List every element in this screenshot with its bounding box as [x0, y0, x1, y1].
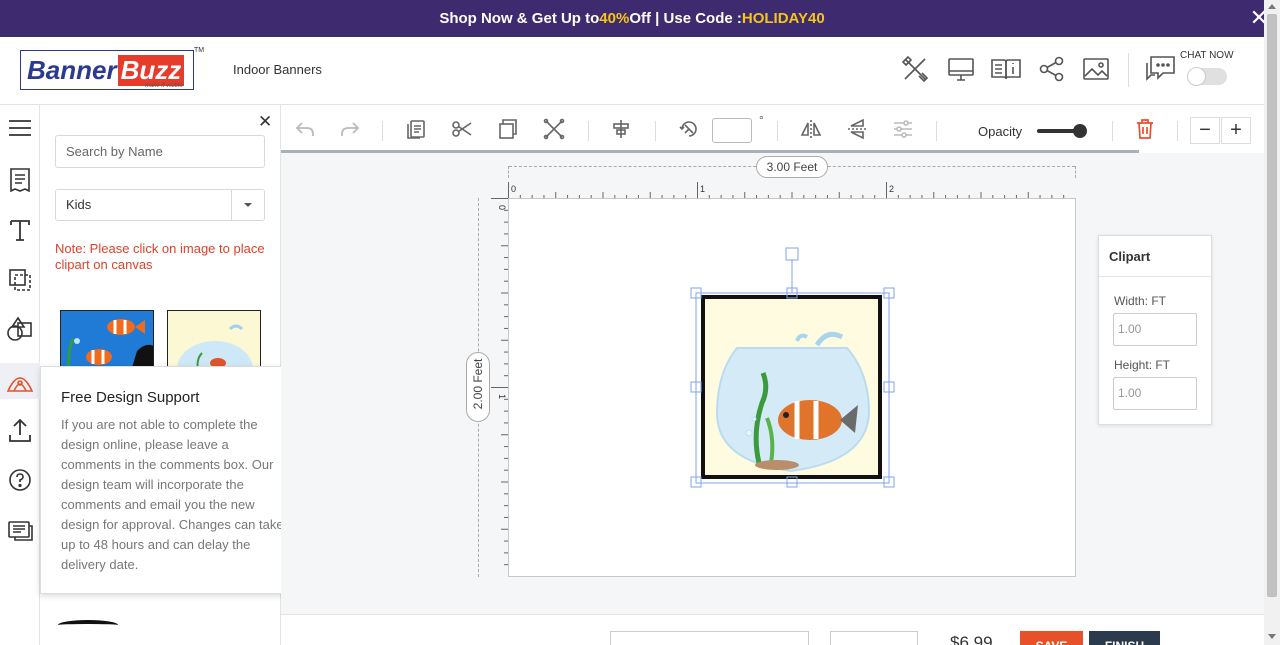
shapes-icon[interactable] [5, 315, 35, 345]
chat-support-icon[interactable] [5, 515, 35, 545]
image-icon[interactable] [1081, 54, 1111, 84]
notes-icon[interactable] [5, 165, 35, 195]
clipart-note: Note: Please click on image to place cli… [55, 241, 265, 272]
select-divider [231, 190, 232, 220]
toolbar-divider [1177, 121, 1178, 141]
align-center-icon[interactable] [609, 117, 633, 141]
zoom-in-button[interactable]: + [1221, 117, 1251, 144]
horizontal-ruler: 0 1 2 [508, 182, 1076, 198]
promo-mid: Off | Use Code : [629, 10, 742, 27]
breadcrumb[interactable]: Indoor Banners [233, 62, 322, 77]
panel-close-icon[interactable]: ✕ [258, 112, 272, 132]
menu-icon[interactable] [5, 113, 35, 143]
support-title: Free Design Support [61, 389, 200, 406]
toolbar-divider [588, 121, 589, 141]
height-label: Height: FT [1114, 358, 1171, 372]
height-dimension-label: 2.00 Feet [471, 358, 485, 410]
logo-part1: Banner [27, 54, 117, 85]
help-icon[interactable] [5, 465, 35, 495]
upload-icon[interactable] [5, 415, 35, 445]
ruler-label: 0 [511, 184, 516, 194]
toolbar-divider [777, 121, 778, 141]
toggle-knob [1187, 67, 1206, 86]
logo-part2: Buzz [117, 54, 185, 86]
cut-icon[interactable] [450, 117, 474, 141]
book-info-icon[interactable] [990, 54, 1021, 84]
design-support-popup: ✕ Free Design Support If you are not abl… [40, 366, 310, 594]
size-select[interactable] [610, 631, 809, 645]
undo-icon[interactable] [293, 117, 317, 141]
selection-frame[interactable] [686, 245, 898, 490]
height-dimension-pill: 2.00 Feet [466, 352, 490, 422]
redo-icon[interactable] [338, 117, 362, 141]
panel-scroll-hint [58, 620, 118, 630]
properties-title: Clipart [1099, 236, 1211, 277]
finish-button[interactable]: FINISH [1089, 631, 1160, 645]
toolbar-divider [1112, 121, 1113, 141]
promo-prefix: Shop Now & Get Up to [439, 10, 600, 27]
scroll-down-icon[interactable] [1268, 634, 1276, 639]
width-dimension-label: 3.00 Feet [756, 156, 828, 178]
save-button[interactable]: SAVE [1020, 631, 1083, 645]
adjust-icon[interactable] [891, 117, 915, 141]
price-label: $6.99 [950, 633, 993, 645]
share-icon[interactable] [1037, 54, 1067, 84]
trash-icon[interactable] [1133, 117, 1157, 141]
degree-symbol: ° [759, 113, 764, 127]
clipart-search-input[interactable] [55, 135, 265, 168]
rotation-angle-input[interactable] [712, 118, 752, 143]
category-value: Kids [66, 197, 92, 212]
toolbar-divider [655, 121, 656, 141]
height-input[interactable]: 1.00 [1113, 377, 1197, 410]
clipart-icon[interactable] [0, 363, 40, 399]
clipart-thumb-clownfish[interactable] [60, 310, 154, 370]
quantity-select[interactable] [830, 631, 918, 645]
opacity-label: Opacity [978, 124, 1023, 139]
promo-banner: Shop Now & Get Up to 40% Off | Use Code … [0, 0, 1264, 37]
site-header: Banner Buzz TM make it visible Indoor Ba… [0, 37, 1264, 105]
scroll-up-icon[interactable] [1268, 4, 1276, 9]
layers-icon[interactable] [5, 265, 35, 295]
ruler-label: 2 [889, 184, 894, 194]
page-scrollbar[interactable] [1264, 0, 1280, 645]
editor-footer: $6.99 SAVE FINISH [281, 614, 1264, 645]
chat-now-toggle[interactable] [1187, 67, 1227, 86]
editor-toolbar: ° Opacity − + [281, 105, 1264, 153]
clipart-properties-panel: Clipart Width: FT 1.00 Height: FT 1.00 [1098, 235, 1212, 425]
rotate-icon[interactable] [677, 117, 701, 141]
opacity-slider[interactable] [1037, 124, 1087, 138]
vertical-ruler: 01 [491, 198, 508, 577]
chat-icon[interactable] [1143, 53, 1177, 83]
monitor-icon[interactable] [946, 54, 976, 84]
text-icon[interactable] [5, 215, 35, 245]
tool-sidebar [0, 105, 40, 645]
toolbar-divider [382, 121, 383, 141]
ruler-label: 1 [700, 184, 705, 194]
ruler-label: 0 [497, 205, 507, 210]
paste-icon[interactable] [405, 117, 429, 141]
ruler-label: 1 [497, 394, 507, 399]
chat-now-label: CHAT NOW [1180, 50, 1234, 61]
logo-tagline: make it visible [145, 83, 183, 89]
width-input[interactable]: 1.00 [1113, 313, 1197, 346]
support-body: If you are not able to complete the desi… [61, 417, 284, 572]
promo-percent: 40% [599, 10, 630, 27]
toolbar-divider [936, 121, 937, 141]
promo-code: HOLIDAY40 [741, 10, 825, 27]
zoom-out-button[interactable]: − [1190, 117, 1220, 144]
copy-icon[interactable] [496, 117, 520, 141]
chevron-down-icon [244, 203, 252, 207]
width-label: Width: FT [1114, 294, 1167, 308]
close-x-icon[interactable] [542, 117, 566, 141]
flip-vertical-icon[interactable] [845, 117, 869, 141]
category-select[interactable]: Kids [55, 189, 265, 221]
scrollbar-thumb[interactable] [1267, 14, 1277, 597]
tools-icon[interactable] [900, 54, 930, 84]
logo-tm: TM [194, 47, 205, 54]
clipart-thumb-fishbowl[interactable] [167, 310, 261, 370]
header-divider [1128, 53, 1129, 87]
opacity-slider-knob[interactable] [1073, 124, 1087, 138]
flip-horizontal-icon[interactable] [799, 117, 823, 141]
